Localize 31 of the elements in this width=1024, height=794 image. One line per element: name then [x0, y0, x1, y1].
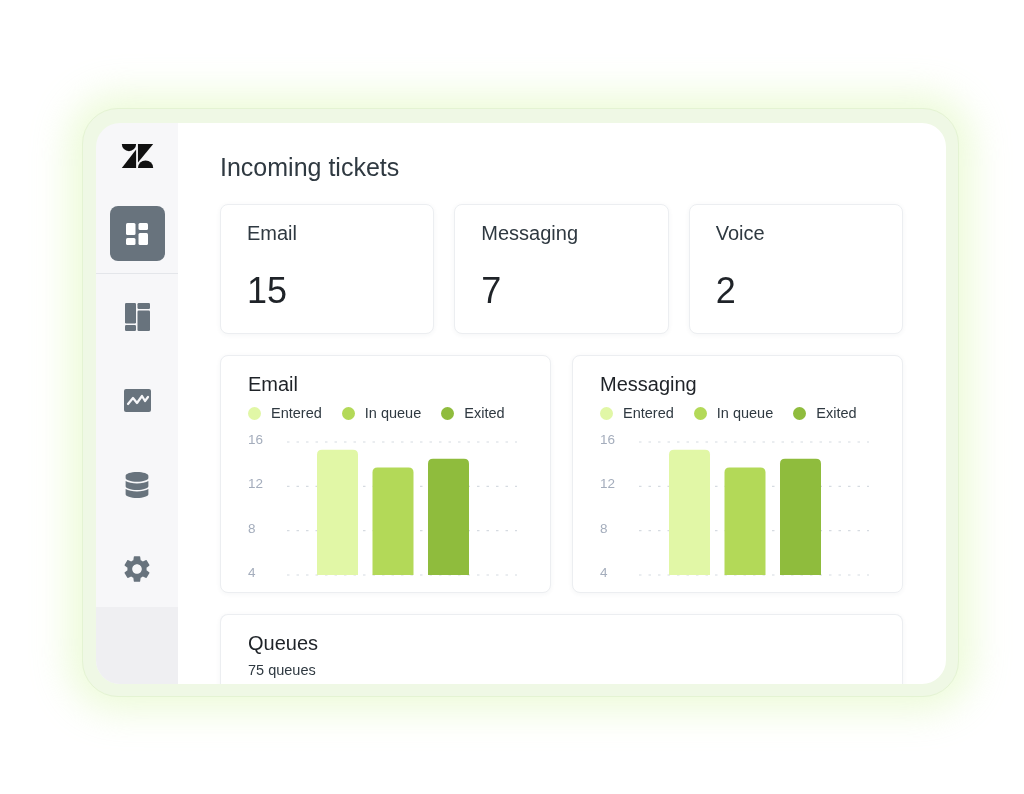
line-chart-icon [123, 389, 151, 412]
y-axis-label: 16 [248, 432, 264, 447]
stat-value: 7 [481, 270, 503, 312]
y-axis-label: 4 [600, 565, 608, 580]
logo-icon [120, 144, 154, 168]
stat-label: Email [247, 221, 298, 245]
dashboard-icon [126, 222, 148, 245]
y-axis-label: 16 [600, 432, 616, 447]
stat-label: Voice [715, 221, 766, 245]
nav-button[interactable] [109, 206, 165, 261]
legend-label: Exited [816, 404, 857, 422]
stat-label: Messaging [481, 221, 580, 245]
legend-label: Exited [464, 404, 505, 422]
database-icon [124, 471, 150, 498]
stat-value: 15 [247, 270, 289, 312]
stat-value: 2 [715, 270, 737, 312]
legend-label: In queue [364, 404, 422, 422]
chart-title: Messaging [600, 372, 698, 396]
y-axis-label: 4 [248, 565, 256, 580]
page-title: Incoming tickets [220, 153, 401, 182]
y-axis-label: 12 [248, 476, 264, 492]
y-axis-label: 12 [600, 476, 616, 492]
legend-label: In queue [716, 404, 774, 422]
layout-icon [124, 302, 150, 331]
y-axis-label: 8 [248, 520, 256, 536]
legend-label: Entered [623, 404, 674, 422]
queues-title: Queues [248, 631, 320, 655]
legend-label: Entered [271, 404, 322, 422]
queues-count: 75 queues [248, 661, 317, 679]
chart-title: Email [248, 372, 299, 396]
y-axis-label: 8 [600, 520, 608, 536]
